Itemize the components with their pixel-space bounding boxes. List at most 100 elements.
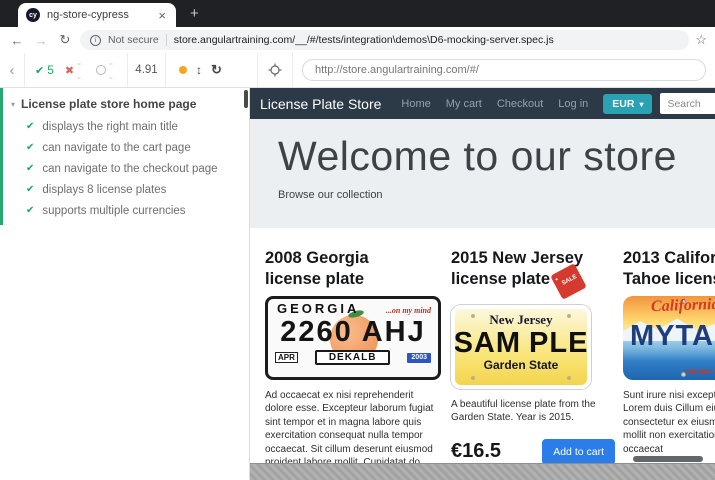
plate-slogan: PROTECT LAKE TAHOE [685,370,715,376]
chevron-down-icon [11,100,15,109]
browser-toolbar: Not secure store.angulartraining.com/__/… [0,27,715,53]
circle-icon [96,65,106,75]
crosshair-icon [268,63,282,77]
reload-icon[interactable] [56,32,74,48]
check-icon [26,163,34,174]
california-plate-image: California MYTAH PROTECT LAKE TAHOE [623,296,715,380]
plate-number-right: PLE [529,328,588,358]
check-icon [26,205,34,216]
plate-hole [567,314,571,318]
test-label: supports multiple currencies [42,205,185,217]
test-item[interactable]: can navigate to the cart page [3,137,249,158]
plate-year-sticker: 2003 [407,353,431,363]
test-label: displays 8 license plates [42,184,166,196]
test-suite-block: License plate store home page displays t… [0,88,249,225]
nav-link-home[interactable]: Home [401,98,430,110]
bookmark-star-icon[interactable] [695,32,707,48]
status-dot-icon [179,66,187,74]
product-description: Sunt irure nisi excepteur ad aliqua. Lor… [623,389,715,456]
product-description: Ad occaecat ex nisi reprehenderit dolore… [265,389,441,469]
test-duration: 4.91 [128,53,166,87]
tab-close-icon[interactable] [156,9,168,22]
cypress-runner-bar: 5 -- -- 4.91 [0,53,715,88]
price-row: €16.5 Add to cart [451,439,615,465]
product-description: A beautiful license plate from the Garde… [451,398,615,425]
product-title-line: license plateSALE [451,269,615,297]
plate-number-left: SAM [454,328,521,358]
test-label: can navigate to the cart page [42,142,190,154]
plate-month-sticker: APR [275,352,298,363]
plate-hole [567,376,571,380]
product-card-georgia[interactable]: 2008 Georgia license plate GEORGIA ...on… [265,248,441,469]
store-navbar: License Plate Store Home My cart Checkou… [250,88,715,119]
info-icon[interactable] [90,35,101,46]
product-title-text: license plate [451,270,550,288]
nav-link-checkout[interactable]: Checkout [497,98,543,110]
hero-subtitle: Browse our collection [278,189,715,201]
plate-hole [471,376,475,380]
sale-tag-icon: SALE [550,263,587,300]
test-item[interactable]: can navigate to the checkout page [3,158,249,179]
store-brand[interactable]: License Plate Store [260,96,381,112]
new-tab-button[interactable] [190,5,199,22]
failed-stat[interactable]: -- [65,56,85,84]
plate-slogan: Garden State [455,358,587,372]
plate-county: DEKALB [315,350,391,365]
test-label: displays the right main title [42,121,178,133]
x-icon [65,63,74,77]
horizontal-scrollbar-thumb[interactable] [633,456,703,462]
address-url[interactable]: store.angulartraining.com/__/#/tests/int… [174,34,554,46]
plate-number: MYTAH [630,320,715,353]
sidebar-scrollbar-thumb[interactable] [244,90,248,108]
plate-number: SAM PLE [455,328,587,358]
plate-slogan: ...on my mind [386,306,431,315]
duration-value: 4.91 [135,64,157,76]
failed-count: -- [77,56,85,84]
test-item[interactable]: displays 8 license plates [3,179,249,200]
test-label: can navigate to the checkout page [42,163,217,175]
product-title-line: 2015 New Jersey [451,248,615,269]
main-area: License plate store home page displays t… [0,88,715,480]
search-input[interactable] [660,93,715,114]
runner-url-input[interactable] [302,59,706,81]
rerun-tests-icon[interactable] [211,62,222,78]
browser-tab[interactable]: cy ng-store-cypress [18,3,176,27]
not-secure-label: Not secure [108,34,159,46]
product-grid: 2008 Georgia license plate GEORGIA ...on… [250,228,715,469]
cypress-favicon-icon: cy [26,8,40,22]
suite-header[interactable]: License plate store home page [3,93,249,116]
product-title: 2013 California Tahoe license plate [623,248,715,290]
selector-playground-button[interactable] [258,53,293,87]
forward-icon[interactable] [32,33,50,48]
product-title-line: 2008 Georgia [265,248,441,269]
test-item[interactable]: displays the right main title [3,116,249,137]
collapse-sidebar-button[interactable] [0,53,25,87]
app-under-test: License Plate Store Home My cart Checkou… [250,88,715,480]
check-icon [26,184,34,195]
product-price: €16.5 [451,440,501,463]
add-to-cart-button[interactable]: Add to cart [542,439,615,465]
address-bar[interactable]: Not secure store.angulartraining.com/__/… [80,30,689,50]
nav-link-log-in[interactable]: Log in [558,98,588,110]
back-icon[interactable] [8,33,26,48]
currency-value: EUR [612,98,634,110]
product-title: 2015 New Jersey license plateSALE [451,248,615,297]
browser-tab-strip: cy ng-store-cypress [0,0,715,27]
chevron-down-icon [639,98,643,110]
plate-number: 2260 AHJ [268,316,438,348]
test-item[interactable]: supports multiple currencies [3,200,249,221]
auto-scroll-icon[interactable] [196,63,202,77]
pending-stat[interactable]: -- [96,56,117,84]
cypress-sidebar: License plate store home page displays t… [0,88,250,480]
passed-count: 5 [47,63,54,77]
hero-banner: Welcome to our store Browse our collecti… [250,119,715,228]
product-card-new-jersey[interactable]: 2015 New Jersey license plateSALE New Je… [451,248,615,469]
runner-controls [166,53,258,87]
hero-title: Welcome to our store [278,133,715,180]
currency-dropdown[interactable]: EUR [603,94,652,114]
passed-stat[interactable]: 5 [35,63,54,77]
product-card-california[interactable]: 2013 California Tahoe license plate Cali… [623,248,715,469]
product-title: 2008 Georgia license plate [265,248,441,290]
viewport-striped-band [250,463,715,480]
nav-link-my-cart[interactable]: My cart [446,98,482,110]
